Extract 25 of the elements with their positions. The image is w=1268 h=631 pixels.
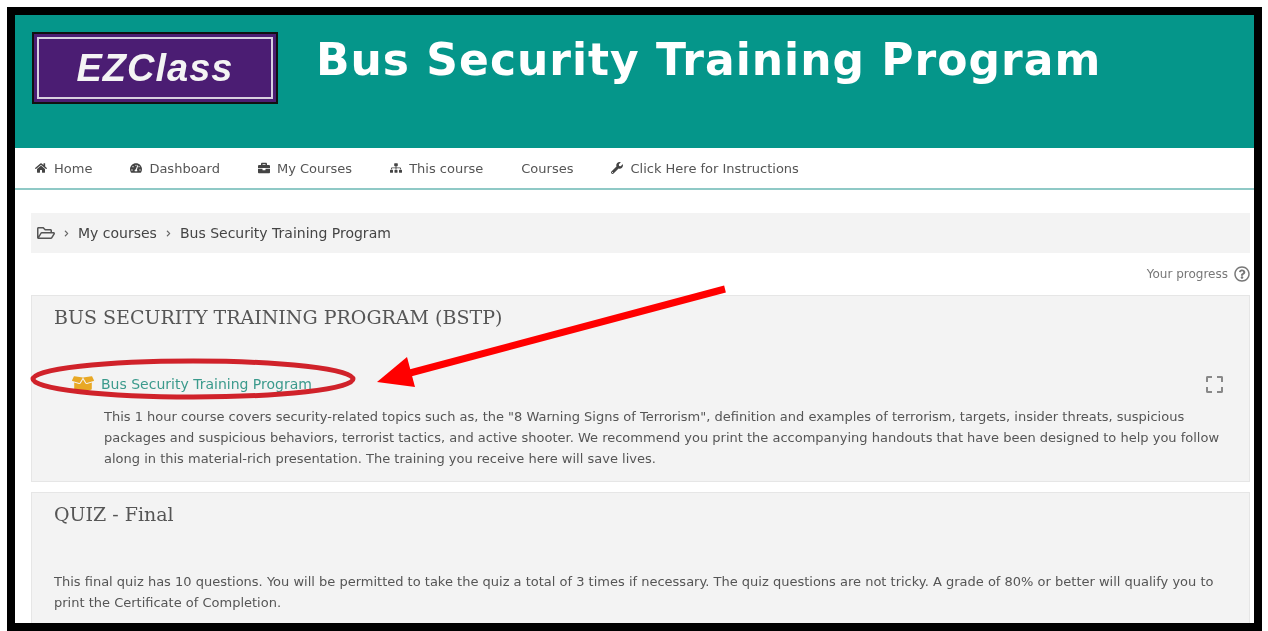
nav-link[interactable]: Dashboard <box>130 160 220 176</box>
section-description: This final quiz has 10 questions. You will be permitted to take the quiz a total of 3 times if necessary. The quiz questions are not tricky. A grade of 80% or better will qualify you to print the Certificate of Completion. <box>54 573 1215 612</box>
section-title: BUS SECURITY TRAINING PROGRAM (BSTP) <box>54 306 504 328</box>
chevron-icon <box>63 229 70 237</box>
nav-link[interactable]: Home <box>35 160 93 176</box>
briefcase-icon <box>257 162 270 174</box>
gauge-icon <box>130 162 143 174</box>
section-description: This 1 hour course covers security-related topics such as, the "8 Warning Signs of Terrorism", definition and examples of terrorism, targets, insider threats, suspicious packages and suspicious behaviors, terrorist tactics, and active shooter. We recommend you print the accompanying handouts that have been designed to help you follow along in this material-rich presentation. The training you receive here will save lives. <box>103 408 1221 468</box>
chevron-icon <box>164 229 172 237</box>
nav-link[interactable]: This course <box>390 160 484 176</box>
folder-icon[interactable] <box>37 225 55 241</box>
section-title: QUIZ - Final <box>54 503 175 525</box>
nav-link[interactable]: Courses <box>521 160 574 176</box>
progress-label: Your progress <box>1146 267 1228 281</box>
sitemap-icon <box>390 162 403 174</box>
logo: EZClass <box>32 32 278 104</box>
site-title: Bus Security Training Program <box>316 34 1102 85</box>
breadcrumb-link[interactable]: Bus Security Training Program <box>179 225 391 241</box>
home-icon <box>35 162 47 174</box>
help-icon[interactable] <box>1234 266 1250 282</box>
completion-checkbox[interactable] <box>1206 375 1223 393</box>
breadcrumb-link[interactable]: My courses <box>78 225 157 241</box>
wrench-icon <box>611 162 624 174</box>
nav-link[interactable]: Click Here for Instructions <box>611 160 799 176</box>
nav-link[interactable]: My Courses <box>257 160 353 176</box>
